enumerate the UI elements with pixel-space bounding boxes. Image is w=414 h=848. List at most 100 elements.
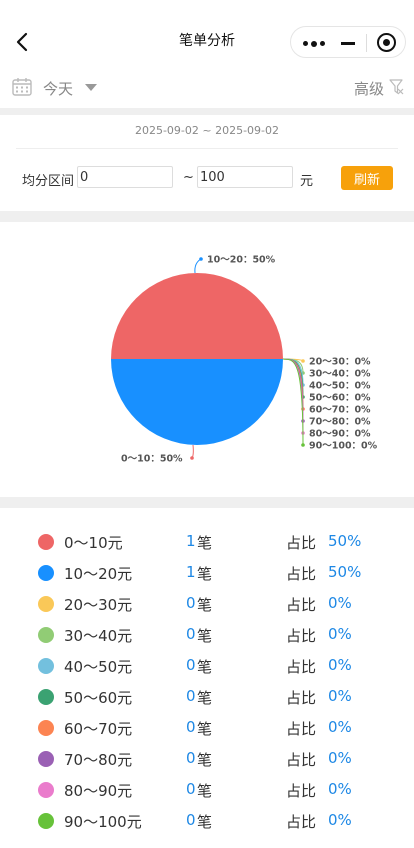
legend-color-dot (38, 534, 54, 550)
legend-row: 70～80元 0 笔 占比 0% (0, 743, 414, 774)
legend-row: 20～30元 0 笔 占比 0% (0, 588, 414, 619)
minimize-icon[interactable] (341, 42, 355, 45)
legend-row: 30～40元 0 笔 占比 0% (0, 619, 414, 650)
legend-ratio-label: 占比 (286, 596, 317, 614)
period-selector-label[interactable]: 今天 (43, 78, 73, 99)
legend-color-dot (38, 658, 54, 674)
legend-range-label: 40～50元 (64, 658, 133, 676)
pie-label-dot (301, 443, 305, 447)
date-range: 2025-09-02 ~ 2025-09-02 (134, 124, 280, 137)
range-max-input[interactable] (197, 166, 293, 188)
legend-percentage: 0% (328, 780, 352, 798)
legend-ratio-label: 占比 (286, 751, 317, 769)
pie-data-label: 90～100：0% (309, 441, 378, 452)
pie-label-dot (199, 257, 203, 261)
pie-data-label: 70～80：0% (309, 417, 371, 428)
legend-range-label: 10～20元 (64, 565, 133, 583)
dropdown-caret-icon[interactable] (85, 84, 97, 91)
section-gap (0, 211, 414, 222)
legend-ratio-label: 占比 (286, 782, 317, 800)
filter-funnel-icon[interactable] (389, 79, 404, 95)
range-unit: 元 (300, 174, 314, 189)
nav-bar: 笔单分析 (0, 0, 414, 64)
legend-ratio-label: 占比 (286, 658, 317, 676)
legend-percentage: 50% (328, 532, 362, 550)
divider (16, 148, 398, 149)
legend-ratio-label: 占比 (286, 534, 317, 552)
legend-count: 0 (186, 656, 196, 674)
legend-range-label: 20～30元 (64, 596, 133, 614)
pie-data-label: 30～40：0% (309, 369, 371, 380)
pie-data-label: 10～20：50% (207, 255, 276, 266)
legend-color-dot (38, 720, 54, 736)
legend-count-unit: 笔 (197, 689, 213, 707)
legend-count: 0 (186, 687, 196, 705)
legend-ratio-label: 占比 (286, 565, 317, 583)
legend-percentage: 0% (328, 656, 352, 674)
legend-count-unit: 笔 (197, 658, 213, 676)
pie-data-label: 20～30：0% (309, 357, 371, 368)
pie-label-line (191, 444, 194, 459)
close-target-icon[interactable] (377, 33, 396, 52)
range-label: 均分区间 (22, 174, 75, 189)
legend-range-label: 30～40元 (64, 627, 133, 645)
legend-color-dot (38, 782, 54, 798)
pie-label-dot (190, 456, 194, 460)
legend-count: 0 (186, 749, 196, 767)
legend-range-label: 90～100元 (64, 813, 142, 831)
pie-slice (111, 359, 283, 445)
refresh-button[interactable]: 刷新 (341, 166, 393, 190)
legend-color-dot (38, 813, 54, 829)
legend-ratio-label: 占比 (286, 720, 317, 738)
legend-color-dot (38, 689, 54, 705)
legend-row: 60～70元 0 笔 占比 0% (0, 712, 414, 743)
legend-range-label: 50～60元 (64, 689, 133, 707)
legend-range-label: 80～90元 (64, 782, 133, 800)
legend-row: 0～10元 1 笔 占比 50% (0, 526, 414, 557)
legend-count-unit: 笔 (197, 720, 213, 738)
legend-row: 90～100元 0 笔 占比 0% (0, 805, 414, 836)
legend-count-unit: 笔 (197, 534, 213, 552)
legend-count: 0 (186, 780, 196, 798)
legend-range-label: 0～10元 (64, 534, 123, 552)
pie-data-label: 40～50：0% (309, 381, 371, 392)
pie-data-label: 80～90：0% (309, 429, 371, 440)
legend-percentage: 50% (328, 563, 362, 581)
legend-percentage: 0% (328, 811, 352, 829)
legend-count-unit: 笔 (197, 627, 213, 645)
pie-label-dot (301, 359, 305, 363)
legend-count: 0 (186, 718, 196, 736)
pie-label-line (194, 258, 202, 274)
pie-chart: 0～10：50% 10～20：50% 20～30：0%30～40：0%40～50：0… (111, 255, 378, 465)
legend-range-label: 60～70元 (64, 720, 133, 738)
legend-color-dot (38, 751, 54, 767)
pie-data-label: 50～60：0% (309, 393, 371, 404)
legend-ratio-label: 占比 (286, 813, 317, 831)
legend-count: 0 (186, 811, 196, 829)
capsule-divider (366, 34, 367, 52)
legend-count-unit: 笔 (197, 813, 213, 831)
legend-count: 0 (186, 625, 196, 643)
legend-row: 40～50元 0 笔 占比 0% (0, 650, 414, 681)
legend-row: 10～20元 1 笔 占比 50% (0, 557, 414, 588)
legend-count: 1 (186, 563, 196, 581)
section-gap (0, 497, 414, 508)
legend-color-dot (38, 627, 54, 643)
pie-data-label: 60～70：0% (309, 405, 371, 416)
legend-ratio-label: 占比 (286, 689, 317, 707)
legend-count: 0 (186, 594, 196, 612)
legend-percentage: 0% (328, 749, 352, 767)
legend-count: 1 (186, 532, 196, 550)
legend-range-label: 70～80元 (64, 751, 133, 769)
legend-count-unit: 笔 (197, 782, 213, 800)
more-icon[interactable] (303, 40, 325, 47)
legend-row: 50～60元 0 笔 占比 0% (0, 681, 414, 712)
pie-slice (111, 273, 283, 359)
pie-data-label: 0～10：50% (121, 454, 183, 465)
calendar-icon[interactable] (12, 77, 32, 96)
range-min-input[interactable] (77, 166, 173, 188)
legend-count-unit: 笔 (197, 596, 213, 614)
legend-percentage: 0% (328, 718, 352, 736)
advanced-filter-label[interactable]: 高级 (354, 78, 384, 99)
section-gap (0, 108, 414, 115)
